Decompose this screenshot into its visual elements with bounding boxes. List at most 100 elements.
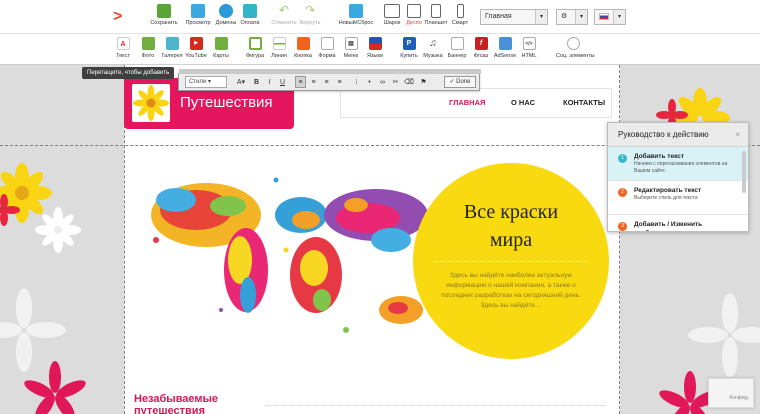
logo-flower-icon xyxy=(133,85,169,121)
chevron-down-icon: ▾ xyxy=(613,10,625,24)
hero-title-line-2: мира xyxy=(489,229,533,251)
code-icon: </> xyxy=(522,37,536,50)
save-button[interactable]: Сохранить xyxy=(146,4,182,26)
bg-flower-white-right xyxy=(688,293,760,377)
recaptcha-label: Конфид. xyxy=(729,395,749,401)
unlink-icon[interactable]: ✂ xyxy=(390,76,401,88)
close-icon[interactable]: × xyxy=(735,123,740,147)
new-reset-button[interactable]: Новый/Сброс xyxy=(338,4,374,26)
hero-circle[interactable]: Все краски мира Здесь вы найдёте наиболе… xyxy=(413,163,609,359)
element-html-label: HTML xyxy=(521,53,537,59)
adsense-icon xyxy=(498,37,512,50)
guide-title: Руководство к действию xyxy=(618,130,709,139)
logo-image xyxy=(132,84,170,122)
site-logo-title[interactable]: Путешествия xyxy=(180,94,273,111)
payment-label: Оплата xyxy=(240,20,260,26)
bg-flower-yellow-right xyxy=(670,88,730,125)
device-phone-label: Смарт xyxy=(451,20,469,26)
step-number: 3 xyxy=(618,222,627,231)
step-number: 2 xyxy=(618,188,627,197)
element-languages-button[interactable]: Языки xyxy=(360,37,390,59)
link-icon[interactable]: ∞ xyxy=(377,76,388,88)
align-center-icon[interactable]: ≡ xyxy=(308,76,319,88)
russia-flag-icon xyxy=(599,12,609,20)
settings-select[interactable]: ⚙ ▾ xyxy=(556,9,588,25)
redo-label: Вернуть xyxy=(299,20,321,26)
styles-select-label: Стили xyxy=(189,79,207,85)
device-phone-button[interactable]: Смарт xyxy=(442,4,478,26)
text-icon: A xyxy=(116,37,130,50)
guide-step[interactable]: 1 Добавить текст Начнем с перетаскивания… xyxy=(608,147,748,181)
step-description: Начнем с перетаскивания элементов на Ваш… xyxy=(634,161,728,174)
font-size-label: A xyxy=(236,79,242,86)
guide-panel[interactable]: Руководство к действию × 1 Добавить текст… xyxy=(607,122,749,232)
bold-button[interactable]: B xyxy=(251,76,262,88)
font-size-button[interactable]: A▾ xyxy=(233,76,249,88)
nav-item-home[interactable]: ГЛАВНАЯ xyxy=(449,98,485,107)
payment-button[interactable]: Оплата xyxy=(232,4,268,26)
language-select[interactable]: ▾ xyxy=(594,9,626,25)
guide-step[interactable]: 2 Редактировать текст Выберите стиль для… xyxy=(608,181,748,215)
youtube-icon: ▶ xyxy=(189,37,203,50)
banner-icon xyxy=(450,37,464,50)
flags-icon xyxy=(368,37,382,50)
clear-format-icon[interactable]: ⌫ xyxy=(403,76,414,88)
done-button[interactable]: ✓ Done xyxy=(444,76,476,88)
guide-scrollbar[interactable] xyxy=(742,151,746,193)
element-html-button[interactable]: </> HTML xyxy=(514,37,544,59)
format-toolbar-grip[interactable] xyxy=(179,69,481,74)
hero-title[interactable]: Все краски мира xyxy=(413,198,609,254)
redo-button[interactable]: ↷ Вернуть xyxy=(292,4,328,26)
save-icon xyxy=(157,4,171,18)
page-select[interactable]: Главная ▾ xyxy=(480,9,548,25)
music-icon: ♫ xyxy=(426,37,440,50)
flash-icon: f xyxy=(474,37,488,50)
gallery-icon xyxy=(165,37,179,50)
photo-icon xyxy=(141,37,155,50)
bg-flower-yellow-left xyxy=(0,163,52,223)
page-select-value: Главная xyxy=(485,13,512,20)
hero-description[interactable]: Здесь вы найдёте наиболее актуальную инф… xyxy=(433,271,589,311)
drag-tooltip: Перетащите, чтобы добавить xyxy=(82,67,175,79)
save-label: Сохранить xyxy=(150,20,178,26)
button-icon xyxy=(296,37,310,50)
payment-icon xyxy=(243,4,257,18)
element-languages-label: Языки xyxy=(367,53,383,59)
align-justify-icon[interactable]: ≡ xyxy=(334,76,345,88)
italic-button[interactable]: I xyxy=(264,76,275,88)
menu-chevron-icon[interactable]: > xyxy=(113,8,122,26)
chevron-down-icon: ▾ xyxy=(575,10,587,24)
tablet-icon xyxy=(431,4,441,18)
align-right-icon[interactable]: ≡ xyxy=(321,76,332,88)
step-description: Выберите стиль для текста xyxy=(634,195,698,201)
guide-header[interactable]: Руководство к действию × xyxy=(608,123,748,147)
step-title: Добавить / Изменить изображение xyxy=(634,221,703,231)
element-social-button[interactable]: Соц. элементы xyxy=(556,37,595,59)
align-left-icon[interactable]: ≡ xyxy=(295,76,306,88)
recaptcha-badge[interactable]: Конфид. xyxy=(708,378,754,408)
section-title-line-2: путешествия xyxy=(134,405,205,414)
text-format-toolbar: Стили ▾ A▾ B I U ≡ ≡ ≡ ≡ ⁝ • ∞ ✂ ⌫ ⚑ ✓ D… xyxy=(178,69,481,91)
redo-icon: ↷ xyxy=(304,3,316,17)
section-title[interactable]: Незабываемые путешествия xyxy=(134,393,218,414)
bg-flower-pink-bottom-left xyxy=(24,361,86,414)
guide-step[interactable]: 3 Добавить / Изменить изображение xyxy=(608,215,748,231)
element-maps-button[interactable]: Карты xyxy=(206,37,236,59)
anchor-icon[interactable]: ⚑ xyxy=(418,76,429,88)
step-title: Добавить текст xyxy=(634,153,685,160)
new-page-icon xyxy=(349,4,363,18)
paypal-icon: P xyxy=(402,37,416,50)
social-icon xyxy=(566,37,580,50)
styles-select[interactable]: Стили ▾ xyxy=(185,76,227,88)
bg-flower-white-left-2 xyxy=(0,288,66,372)
editor-root: Путешествия ГЛАВНАЯ О НАС КОНТАКТЫ Все к… xyxy=(0,0,760,414)
underline-button[interactable]: U xyxy=(277,76,288,88)
numbered-list-icon[interactable]: ⁝ xyxy=(351,76,362,88)
bulleted-list-icon[interactable]: • xyxy=(364,76,375,88)
element-maps-label: Карты xyxy=(213,53,229,59)
nav-item-about[interactable]: О НАС xyxy=(511,98,535,107)
site-nav: ГЛАВНАЯ О НАС КОНТАКТЫ xyxy=(340,88,612,118)
undo-icon: ↶ xyxy=(278,3,290,17)
nav-item-contacts[interactable]: КОНТАКТЫ xyxy=(563,98,605,107)
world-map-splash-image xyxy=(151,177,428,333)
